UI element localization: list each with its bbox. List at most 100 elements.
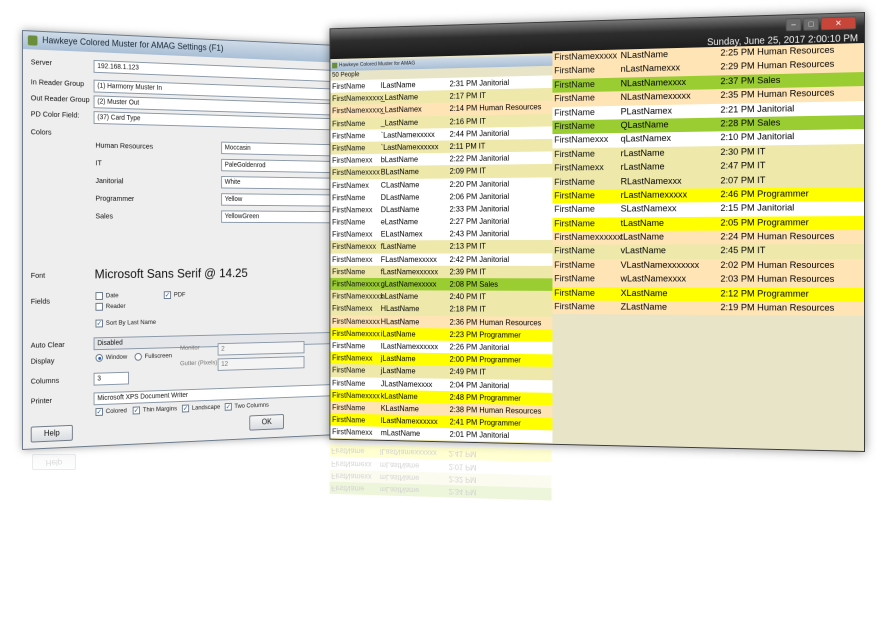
badge-time: 2:04 PM [449, 379, 478, 390]
colored-checkbox[interactable]: ✓ Colored [95, 407, 127, 417]
gutter-label: Gutter (Pixels) [180, 359, 218, 368]
time-group: 2:22 PM Janitorial [450, 153, 510, 163]
badge-time: 2:07 PM [720, 174, 755, 186]
last-name: vLastName [620, 245, 667, 257]
help-button[interactable]: Help [30, 424, 73, 443]
first-name: FirstName [332, 192, 366, 202]
last-name: _LastName [380, 91, 419, 103]
sort-by-last-name-checkbox[interactable]: ✓ Sort By Last Name [95, 319, 156, 328]
last-name: FLastNamexxxxx [380, 254, 437, 264]
last-name: bLastName [380, 154, 419, 165]
field-date-checkbox[interactable]: Date [95, 292, 119, 300]
first-name: FirstNamexxxx [332, 315, 380, 326]
landscape-checkbox[interactable]: ✓ Landscape [181, 403, 220, 413]
columns-stepper[interactable]: 3 [93, 371, 129, 386]
two-columns-checkbox[interactable]: ✓ Two Columns [224, 401, 269, 411]
last-name: NLastNamexxxxx [620, 90, 691, 104]
reflection-row: FirstName lLastNamexxxxxx 2:41 PM [329, 444, 552, 463]
group-name: Human Resources [479, 404, 542, 416]
badge-time: 2:06 PM [449, 191, 478, 201]
thin-margins-checkbox[interactable]: ✓ Thin Margins [132, 405, 177, 415]
server-field[interactable]: 192.168.1.123 [93, 59, 350, 83]
badge-time: 2:01 PM [449, 429, 478, 440]
group-name: Janitorial [479, 77, 510, 88]
group-name: Janitorial [479, 127, 510, 138]
first-name: FirstNamexxxxxx [554, 231, 622, 243]
first-name: FirstName [554, 287, 595, 299]
group-name: Programmer [479, 392, 521, 403]
badge-time: 2:14 PM [449, 103, 478, 114]
first-name: FirstName [554, 79, 595, 91]
time-group: 2:20 PM Janitorial [450, 178, 510, 188]
font-label: Font [30, 270, 46, 280]
badge-time: 2:22 PM [449, 153, 478, 164]
printer-label: Printer [30, 395, 52, 406]
minimize-icon[interactable]: – [785, 17, 802, 32]
last-name: PLastNamex [620, 105, 673, 118]
time-group: 2:35 PM Human Resources [720, 88, 834, 101]
time-group: 2:38 PM Human Resources [450, 404, 542, 415]
ok-button[interactable]: OK [249, 414, 284, 431]
group-name: IT [478, 140, 486, 151]
display-fullscreen-radio[interactable]: Fullscreen [134, 352, 172, 361]
first-name: FirstName [554, 246, 595, 257]
time-group: 2:01 PM Janitorial [450, 429, 510, 440]
badge-time: 2:10 PM [720, 132, 755, 144]
group-name: Human Resources [479, 101, 542, 113]
first-name: FirstNamexx [332, 204, 373, 215]
time-group: 2:44 PM Janitorial [450, 128, 510, 139]
badge-time: 2:02 PM [720, 259, 755, 271]
first-name: FirstName [332, 414, 366, 425]
group-name: IT [479, 115, 486, 126]
badge-time: 2:40 PM [449, 291, 478, 302]
group-name: IT [757, 174, 766, 186]
first-name: FirstNamexxxxx [332, 92, 384, 104]
time-group: 2:42 PM Janitorial [450, 254, 510, 264]
time-group: 2:19 PM Human Resources [720, 302, 834, 314]
muster-row: FirstName wLastNamexxxx 2:03 PM Human Reso… [552, 272, 865, 288]
monitor-field[interactable]: 2 [217, 341, 305, 356]
time-group: 2:23 PM Programmer [450, 329, 521, 339]
muster-row: FirstName vLastName 2:45 PM IT [552, 244, 865, 259]
last-name: CLastName [380, 179, 420, 190]
first-name: FirstNamexx [554, 162, 604, 174]
first-name: FirstName [554, 273, 595, 285]
last-name: jLastName [380, 353, 416, 364]
font-value[interactable]: Microsoft Sans Serif @ 14.25 [95, 266, 248, 282]
time-group: 2:09 PM IT [450, 166, 486, 176]
settings-title-bar[interactable]: Hawkeye Colored Muster for AMAG Settings… [22, 31, 362, 64]
maximize-icon[interactable]: □ [803, 17, 819, 31]
badge-time: 2:13 PM [449, 241, 478, 252]
app-icon [27, 35, 38, 46]
last-name: fLastName [380, 241, 417, 252]
field-pdf-checkbox[interactable]: ✓ PDF [163, 291, 186, 300]
group-name: IT [479, 266, 486, 277]
group-name: IT [757, 245, 766, 257]
close-icon[interactable]: ✕ [820, 16, 857, 31]
reflection-text: FirstName [331, 483, 365, 494]
first-name: FirstNamexxxxx [332, 291, 384, 301]
first-name: FirstNamexxxxx [332, 105, 384, 116]
badge-time: 2:25 PM [720, 46, 755, 59]
field-reader-checkbox[interactable]: Reader [95, 302, 126, 311]
time-group: 2:24 PM Human Resources [720, 231, 834, 242]
time-group: 2:00 PM Programmer [450, 354, 521, 364]
badge-time: 2:36 PM [449, 316, 478, 327]
gutter-field[interactable]: 12 [217, 356, 305, 371]
badge-time: 2:42 PM [449, 254, 478, 264]
color-group-label: IT [95, 158, 102, 168]
time-group: 2:37 PM Sales [720, 75, 780, 87]
display-window-radio[interactable]: Window [95, 353, 127, 362]
group-name: IT [479, 241, 486, 251]
pd-color-field-label: PD Color Field: [30, 109, 80, 120]
muster-row: FirstNamexx ELastNamex 2:43 PM Janitorial [330, 227, 553, 241]
time-group: 2:41 PM Programmer [450, 417, 521, 428]
first-name: FirstName [332, 117, 366, 128]
group-name: Janitorial [757, 202, 795, 214]
group-name: Programmer [479, 417, 521, 428]
group-name: Janitorial [479, 153, 510, 164]
first-name: FirstName [332, 451, 365, 452]
printer-select[interactable]: Microsoft XPS Document Writer [93, 383, 350, 406]
time-group: 2:45 PM IT [720, 246, 765, 257]
reflection-row: FirstName mLastName 2:34 PM [329, 481, 552, 501]
